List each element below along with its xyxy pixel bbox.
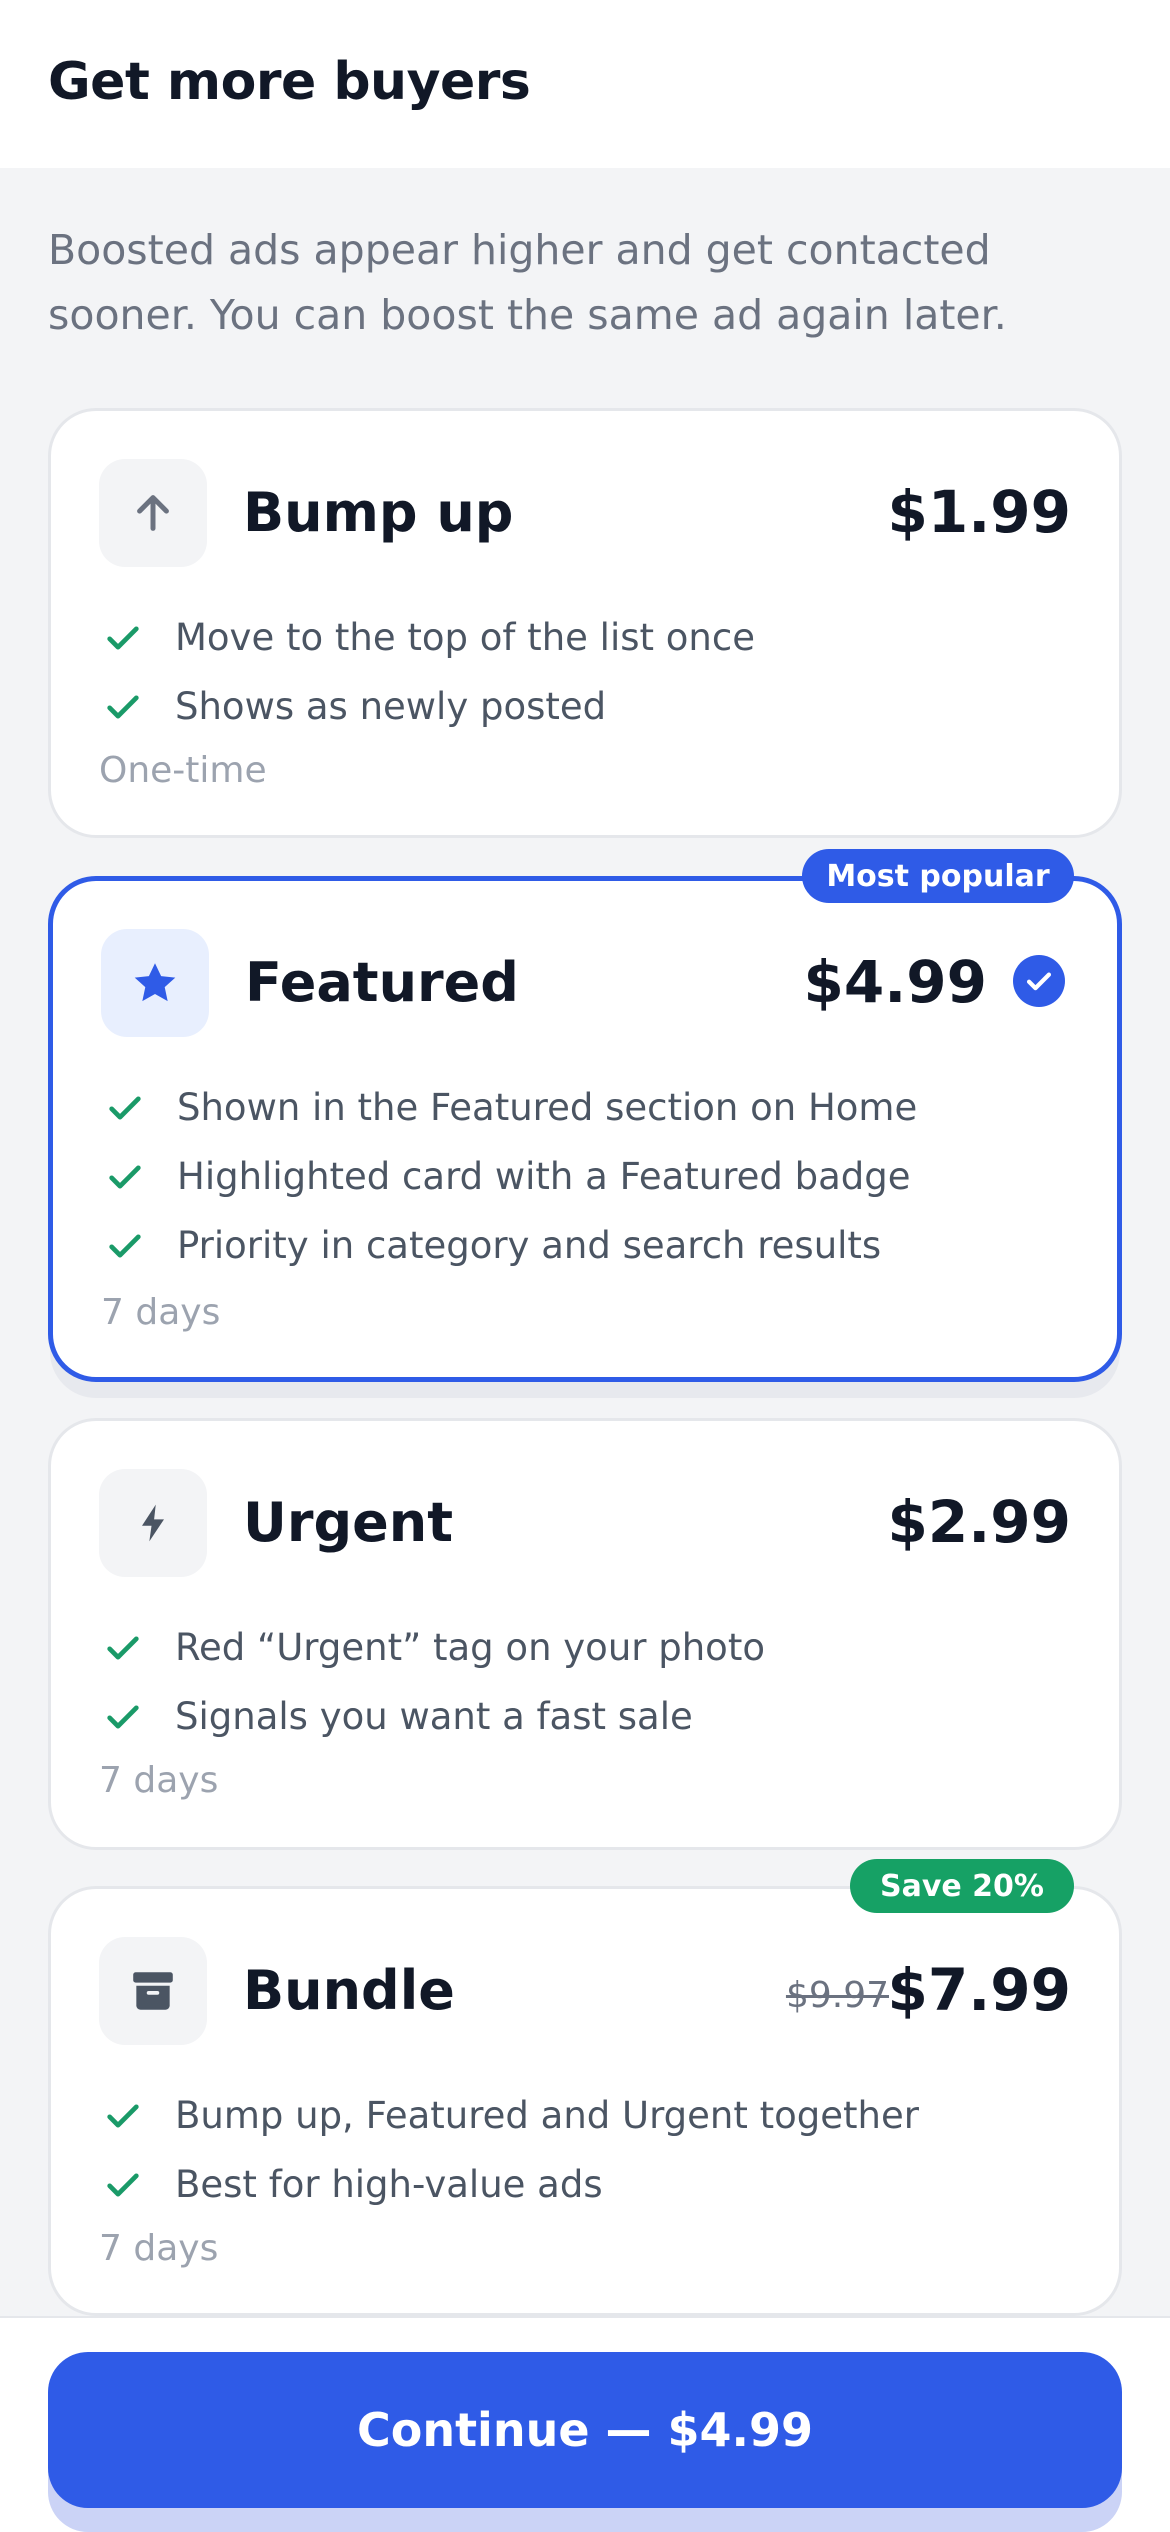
page-title: Get more buyers xyxy=(48,52,531,112)
feature-list: Red “Urgent” tag on your photo Signals y… xyxy=(103,1613,765,1751)
option-title: Urgent xyxy=(243,1491,454,1554)
arrow-up-icon xyxy=(99,459,207,567)
option-price: $1.99 xyxy=(887,478,1071,546)
option-price: $2.99 xyxy=(887,1488,1071,1556)
bolt-icon xyxy=(99,1469,207,1577)
option-card-bundle[interactable]: Bundle $9.97 $7.99 Bump up, Featured and… xyxy=(48,1886,1122,2316)
feature-item: Best for high-value ads xyxy=(103,2150,919,2219)
check-icon xyxy=(103,2165,175,2205)
option-card-bump-up[interactable]: Bump up $1.99 Move to the top of the lis… xyxy=(48,408,1122,838)
feature-text: Priority in category and search results xyxy=(177,1224,882,1267)
option-duration: 7 days xyxy=(99,1760,219,1801)
most-popular-badge: Most popular xyxy=(802,849,1074,903)
original-price: $9.97 xyxy=(785,1975,889,2016)
check-icon xyxy=(105,1157,177,1197)
option-title: Bump up xyxy=(243,481,514,544)
feature-text: Best for high-value ads xyxy=(175,2163,603,2206)
archive-box-icon xyxy=(99,1937,207,2045)
save-badge: Save 20% xyxy=(850,1859,1074,1913)
option-duration: 7 days xyxy=(101,1292,221,1333)
check-icon xyxy=(105,1088,177,1128)
feature-text: Shown in the Featured section on Home xyxy=(177,1086,918,1129)
feature-text: Bump up, Featured and Urgent together xyxy=(175,2094,919,2137)
feature-item: Shows as newly posted xyxy=(103,672,755,741)
option-duration: 7 days xyxy=(99,2228,219,2269)
check-icon xyxy=(103,2096,175,2136)
continue-button[interactable]: Continue — $4.99 xyxy=(48,2352,1122,2508)
feature-text: Signals you want a fast sale xyxy=(175,1695,693,1738)
check-icon xyxy=(103,687,175,727)
option-duration: One-time xyxy=(99,750,267,791)
option-card-featured[interactable]: Featured $4.99 Shown in the Featured sec… xyxy=(48,876,1122,1382)
feature-item: Bump up, Featured and Urgent together xyxy=(103,2081,919,2150)
feature-item: Highlighted card with a Featured badge xyxy=(105,1142,917,1211)
check-icon xyxy=(103,618,175,658)
option-price: $7.99 xyxy=(887,1956,1071,2024)
feature-item: Priority in category and search results xyxy=(105,1211,917,1280)
selected-check-icon xyxy=(1013,955,1065,1007)
feature-item: Shown in the Featured section on Home xyxy=(105,1073,917,1142)
star-icon xyxy=(101,929,209,1037)
feature-item: Signals you want a fast sale xyxy=(103,1682,765,1751)
feature-text: Move to the top of the list once xyxy=(175,616,755,659)
check-icon xyxy=(103,1697,175,1737)
feature-list: Shown in the Featured section on Home Hi… xyxy=(105,1073,917,1280)
feature-list: Move to the top of the list once Shows a… xyxy=(103,603,755,741)
feature-item: Move to the top of the list once xyxy=(103,603,755,672)
check-icon xyxy=(103,1628,175,1668)
feature-list: Bump up, Featured and Urgent together Be… xyxy=(103,2081,919,2219)
option-card-urgent[interactable]: Urgent $2.99 Red “Urgent” tag on your ph… xyxy=(48,1418,1122,1850)
header: Get more buyers xyxy=(0,0,1170,168)
intro-text: Boosted ads appear higher and get contac… xyxy=(48,226,1007,339)
feature-text: Red “Urgent” tag on your photo xyxy=(175,1626,765,1669)
feature-item: Red “Urgent” tag on your photo xyxy=(103,1613,765,1682)
option-title: Featured xyxy=(245,951,519,1014)
option-price: $4.99 xyxy=(803,948,987,1016)
option-title: Bundle xyxy=(243,1959,455,2022)
check-icon xyxy=(105,1226,177,1266)
feature-text: Shows as newly posted xyxy=(175,685,607,728)
feature-text: Highlighted card with a Featured badge xyxy=(177,1155,911,1198)
